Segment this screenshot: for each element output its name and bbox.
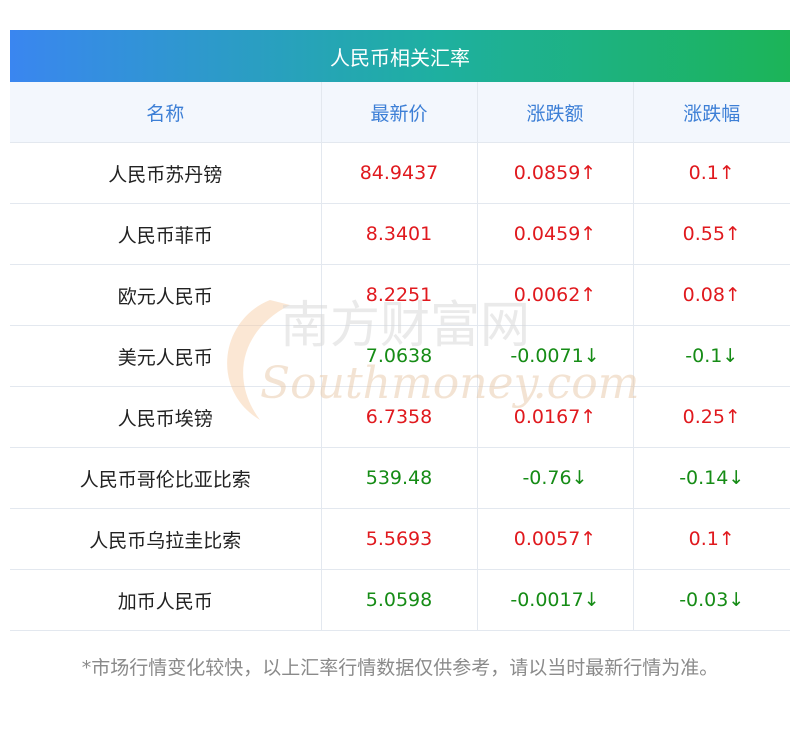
cell-latest-price: 5.5693 — [321, 508, 478, 570]
cell-currency-name: 美元人民币 — [10, 325, 322, 387]
cell-change-amount: 0.0167↑ — [477, 386, 634, 448]
cell-change-percent: 0.55↑ — [633, 203, 790, 265]
cell-change-amount: 0.0062↑ — [477, 264, 634, 326]
cell-currency-name: 人民币哥伦比亚比索 — [10, 447, 322, 509]
cell-currency-name: 人民币乌拉圭比索 — [10, 508, 322, 570]
disclaimer-note: *市场行情变化较快，以上汇率行情数据仅供参考，请以当时最新行情为准。 — [81, 657, 719, 679]
cell-currency-name: 人民币苏丹镑 — [10, 142, 322, 204]
cell-latest-price: 8.2251 — [321, 264, 478, 326]
table-row[interactable]: 人民币苏丹镑 84.9437 0.0859↑ 0.1↑ — [10, 142, 790, 204]
cell-change-amount: -0.0017↓ — [477, 569, 634, 631]
cell-change-amount: -0.0071↓ — [477, 325, 634, 387]
cell-latest-price: 6.7358 — [321, 386, 478, 448]
cell-currency-name: 人民币埃镑 — [10, 386, 322, 448]
cell-currency-name: 加币人民币 — [10, 569, 322, 631]
cell-change-percent: -0.1↓ — [633, 325, 790, 387]
column-header-change: 涨跌额 — [477, 82, 634, 143]
cell-latest-price: 5.0598 — [321, 569, 478, 631]
cell-latest-price: 539.48 — [321, 447, 478, 509]
table-row[interactable]: 人民币哥伦比亚比索 539.48 -0.76↓ -0.14↓ — [10, 447, 790, 509]
cell-change-percent: 0.1↑ — [633, 508, 790, 570]
cell-change-percent: 0.08↑ — [633, 264, 790, 326]
table-row[interactable]: 人民币埃镑 6.7358 0.0167↑ 0.25↑ — [10, 386, 790, 448]
table-row[interactable]: 美元人民币 7.0638 -0.0071↓ -0.1↓ — [10, 325, 790, 387]
cell-change-percent: -0.14↓ — [633, 447, 790, 509]
cell-currency-name: 欧元人民币 — [10, 264, 322, 326]
exchange-rate-table: 名称 最新价 涨跌额 涨跌幅 人民币苏丹镑 84.9437 0.0859↑ 0.1↑ 人… — [10, 82, 790, 631]
cell-change-amount: 0.0859↑ — [477, 142, 634, 204]
cell-change-amount: 0.0459↑ — [477, 203, 634, 265]
column-header-name: 名称 — [10, 82, 322, 143]
column-header-price: 最新价 — [321, 82, 478, 143]
cell-change-amount: -0.76↓ — [477, 447, 634, 509]
table-row[interactable]: 人民币菲币 8.3401 0.0459↑ 0.55↑ — [10, 203, 790, 265]
table-header-row: 名称 最新价 涨跌额 涨跌幅 — [10, 82, 790, 143]
cell-change-percent: -0.03↓ — [633, 569, 790, 631]
table-title: 人民币相关汇率 — [330, 45, 470, 70]
table-row[interactable]: 欧元人民币 8.2251 0.0062↑ 0.08↑ — [10, 264, 790, 326]
cell-currency-name: 人民币菲币 — [10, 203, 322, 265]
cell-change-percent: 0.1↑ — [633, 142, 790, 204]
column-header-pct: 涨跌幅 — [633, 82, 790, 143]
cell-change-percent: 0.25↑ — [633, 386, 790, 448]
table-title-banner: 人民币相关汇率 — [10, 30, 790, 82]
table-row[interactable]: 加币人民币 5.0598 -0.0017↓ -0.03↓ — [10, 569, 790, 631]
cell-change-amount: 0.0057↑ — [477, 508, 634, 570]
cell-latest-price: 84.9437 — [321, 142, 478, 204]
table-row[interactable]: 人民币乌拉圭比索 5.5693 0.0057↑ 0.1↑ — [10, 508, 790, 570]
cell-latest-price: 8.3401 — [321, 203, 478, 265]
cell-latest-price: 7.0638 — [321, 325, 478, 387]
